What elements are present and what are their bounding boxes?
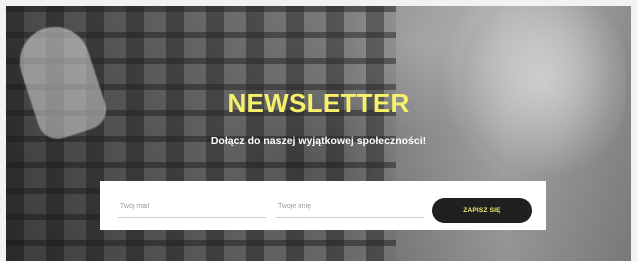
newsletter-section: NEWSLETTER Dołącz do naszej wyjątkowej s… [6,6,631,261]
name-input[interactable] [276,195,424,218]
subscribe-button[interactable]: ZAPISZ SIĘ [432,198,532,223]
email-input[interactable] [118,195,266,218]
newsletter-subtitle: Dołącz do naszej wyjątkowej społeczności… [210,135,427,147]
newsletter-form: ZAPISZ SIĘ [100,181,546,230]
newsletter-title: NEWSLETTER [227,88,410,118]
